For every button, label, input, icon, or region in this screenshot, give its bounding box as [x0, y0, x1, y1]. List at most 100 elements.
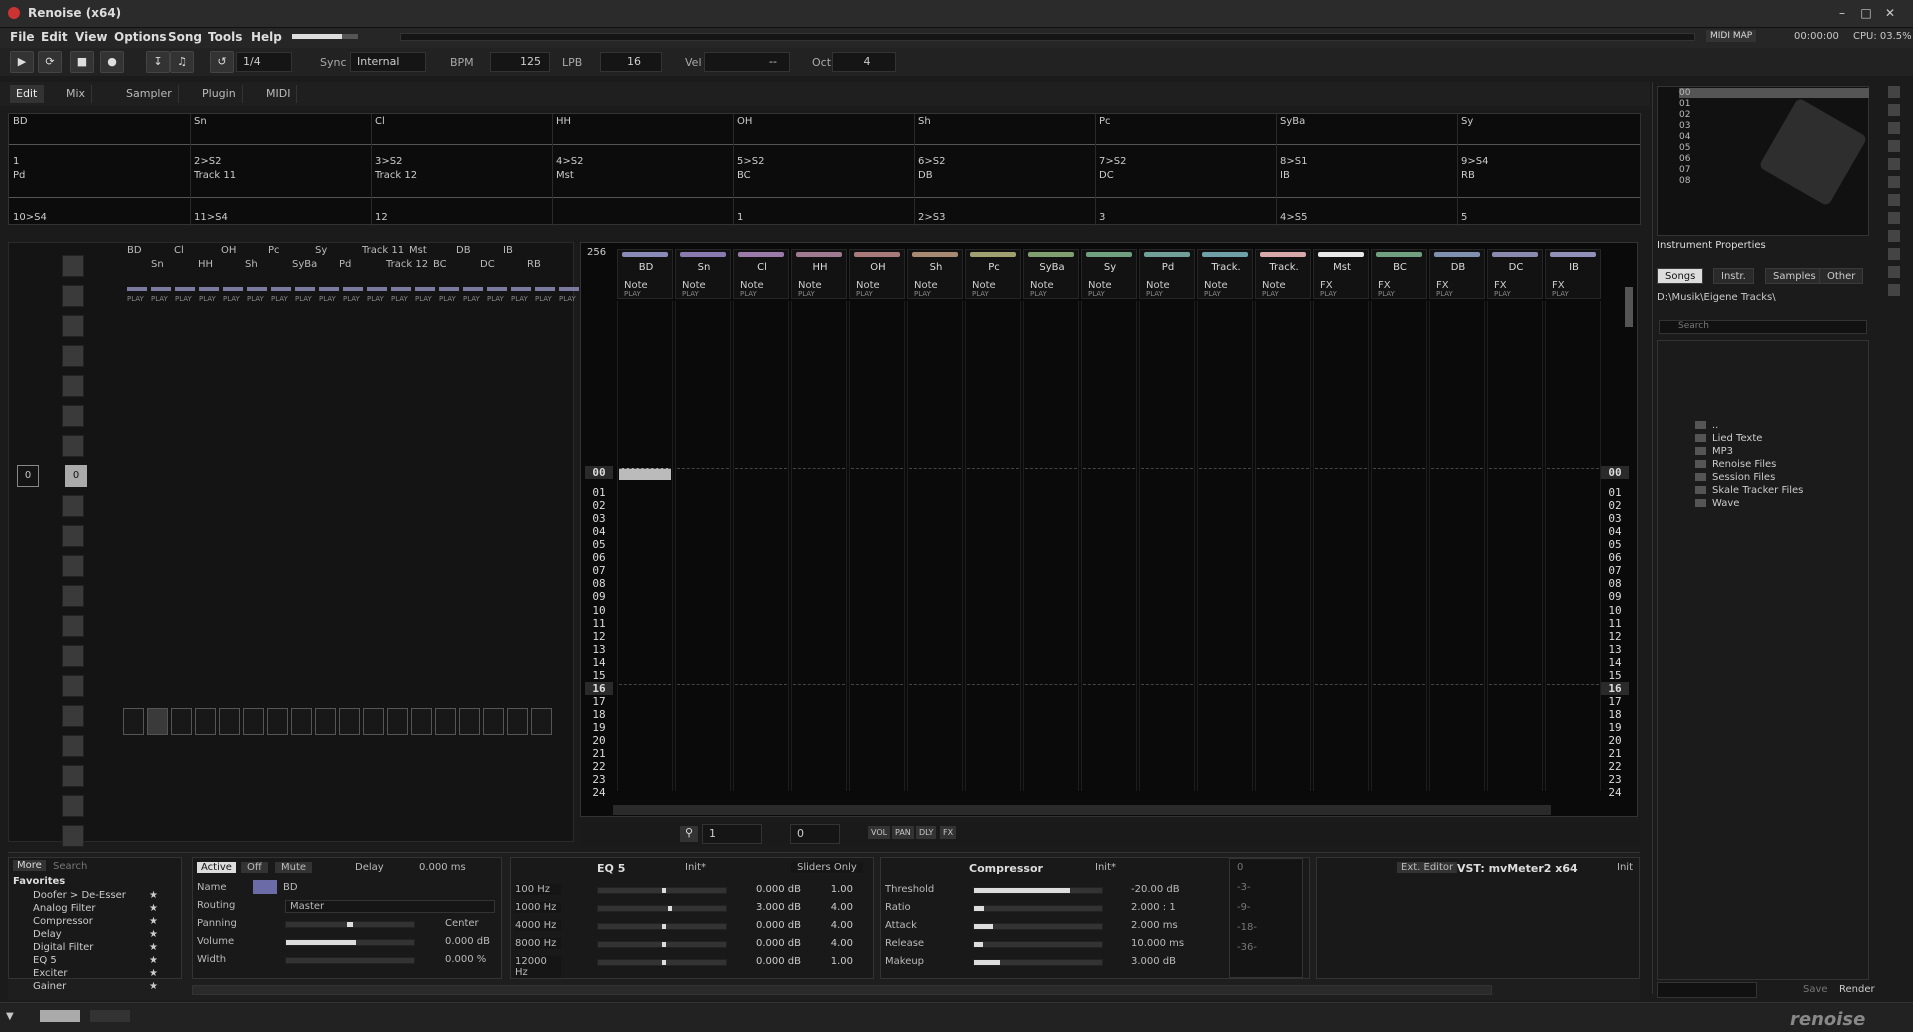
panning-slider[interactable]	[285, 921, 415, 928]
volume-slider[interactable]	[285, 939, 415, 946]
record-icon[interactable]: ●	[100, 51, 124, 73]
favorite-item[interactable]: Delay	[33, 929, 62, 940]
sequence-list-item[interactable]: 03	[1679, 121, 1690, 131]
track-header[interactable]: Track. Note PLAY	[1255, 249, 1311, 299]
play-button[interactable]: PLAY	[511, 295, 528, 303]
matrix-slot[interactable]	[243, 708, 264, 735]
pattern-cell[interactable]	[1547, 683, 1599, 696]
compressor-param-value[interactable]: 3.000 dB	[1131, 956, 1176, 967]
track-header[interactable]: Sn Note PLAY	[675, 249, 731, 299]
eq-q-value[interactable]: 1.00	[807, 884, 853, 895]
favorite-item[interactable]: Gainer	[33, 981, 66, 992]
eq-gain-slider[interactable]	[597, 923, 727, 930]
sequence-slot[interactable]	[62, 255, 84, 277]
pattern-cell[interactable]	[677, 683, 729, 696]
sequence-slot[interactable]	[62, 705, 84, 727]
pattern-cell[interactable]	[735, 468, 787, 480]
eq-gain-slider[interactable]	[597, 959, 727, 966]
play-button[interactable]: PLAY	[295, 295, 312, 303]
file-item[interactable]: Skale Tracker Files	[1695, 485, 1803, 496]
edit-step-field[interactable]: 1	[702, 824, 762, 844]
sequence-slot[interactable]	[62, 435, 84, 457]
pattern-cell[interactable]	[1025, 468, 1077, 480]
play-button[interactable]: PLAY	[391, 295, 408, 303]
compressor-param-slider[interactable]	[973, 941, 1103, 948]
pattern-cell[interactable]	[967, 683, 1019, 696]
pattern-length[interactable]: 256	[587, 247, 606, 258]
pattern-cell[interactable]	[1257, 683, 1309, 696]
eq-frequency[interactable]: 1000 Hz	[515, 902, 561, 913]
track-header[interactable]: Sh Note PLAY	[907, 249, 963, 299]
menu-tools[interactable]: Tools	[208, 30, 242, 44]
pattern-cell[interactable]	[1199, 468, 1251, 480]
eq-gain-slider[interactable]	[597, 941, 727, 948]
pattern-cell[interactable]	[1025, 683, 1077, 696]
loop-icon[interactable]: ⟳	[38, 51, 62, 73]
pattern-cell[interactable]	[1141, 683, 1193, 696]
play-button[interactable]: PLAY	[463, 295, 480, 303]
pattern-number[interactable]: 0	[65, 465, 87, 487]
play-button[interactable]: PLAY	[199, 295, 216, 303]
play-button[interactable]: PLAY	[972, 290, 989, 298]
automation-toggle[interactable]	[90, 1010, 130, 1022]
sequence-list-item[interactable]: 06	[1679, 154, 1690, 164]
panel-toggle-icon[interactable]	[1888, 122, 1900, 134]
track-header[interactable]: HH Note PLAY	[791, 249, 847, 299]
pattern-cell[interactable]	[793, 468, 845, 480]
track-header[interactable]: DB FX PLAY	[1429, 249, 1485, 299]
panel-toggle-icon[interactable]	[1888, 176, 1900, 188]
dsp-search-input[interactable]: Search	[53, 861, 87, 872]
eq-gain-value[interactable]: 3.000 dB	[735, 902, 801, 913]
track-header[interactable]: Track. Note PLAY	[1197, 249, 1253, 299]
chevron-down-icon[interactable]: ▼	[6, 1011, 14, 1022]
tab-mix[interactable]: Mix	[60, 85, 93, 103]
sequence-list-item[interactable]: 07	[1679, 165, 1690, 175]
matrix-slot[interactable]	[483, 708, 504, 735]
pattern-cell[interactable]	[1315, 468, 1367, 480]
play-button[interactable]: PLAY	[223, 295, 240, 303]
pattern-cell[interactable]	[1489, 468, 1541, 480]
file-item[interactable]: ..	[1695, 420, 1718, 431]
track-header[interactable]: BC FX PLAY	[1371, 249, 1427, 299]
matrix-slot[interactable]	[267, 708, 288, 735]
edit-value-field[interactable]: 0	[790, 824, 840, 844]
play-button[interactable]: PLAY	[1494, 290, 1511, 298]
matrix-slot[interactable]	[195, 708, 216, 735]
sequence-slot[interactable]	[62, 555, 84, 577]
matrix-slot[interactable]	[339, 708, 360, 735]
sequence-slot[interactable]	[62, 735, 84, 757]
sequence-list-item[interactable]: 05	[1679, 143, 1690, 153]
eq-frequency[interactable]: 4000 Hz	[515, 920, 561, 931]
eq-frequency[interactable]: 8000 Hz	[515, 938, 561, 949]
search-icon[interactable]: ⚲	[680, 826, 698, 842]
sequence-slot[interactable]	[62, 825, 84, 847]
track-column[interactable]	[1545, 301, 1601, 791]
render-filename-field[interactable]	[1657, 982, 1757, 998]
favorite-item[interactable]: Exciter	[33, 968, 68, 979]
eq-q-value[interactable]: 4.00	[807, 902, 853, 913]
tab-songs[interactable]: Songs	[1657, 268, 1704, 284]
star-icon[interactable]: ★	[149, 929, 158, 940]
sequence-list-item[interactable]: 01	[1679, 99, 1690, 109]
active-button[interactable]: Active	[197, 862, 236, 873]
matrix-slot[interactable]	[459, 708, 480, 735]
sequence-list-item[interactable]: 04	[1679, 132, 1690, 142]
play-button[interactable]: PLAY	[559, 295, 576, 303]
play-icon[interactable]: ▶	[10, 51, 34, 73]
matrix-slot[interactable]	[387, 708, 408, 735]
toggle-dly[interactable]: DLY	[916, 826, 937, 839]
track-column[interactable]	[1081, 301, 1137, 791]
star-icon[interactable]: ★	[149, 955, 158, 966]
track-header[interactable]: Sy Note PLAY	[1081, 249, 1137, 299]
toggle-vol[interactable]: VOL	[868, 826, 891, 839]
star-icon[interactable]: ★	[149, 942, 158, 953]
more-button[interactable]: More	[13, 860, 46, 871]
play-button[interactable]: PLAY	[798, 290, 815, 298]
track-header[interactable]: Pc Note PLAY	[965, 249, 1021, 299]
compressor-param-slider[interactable]	[973, 905, 1103, 912]
eq-gain-value[interactable]: 0.000 dB	[735, 884, 801, 895]
sequence-slot[interactable]	[62, 765, 84, 787]
track-column[interactable]	[1197, 301, 1253, 791]
ext-editor-button[interactable]: Ext. Editor	[1397, 862, 1458, 873]
star-icon[interactable]: ★	[149, 916, 158, 927]
